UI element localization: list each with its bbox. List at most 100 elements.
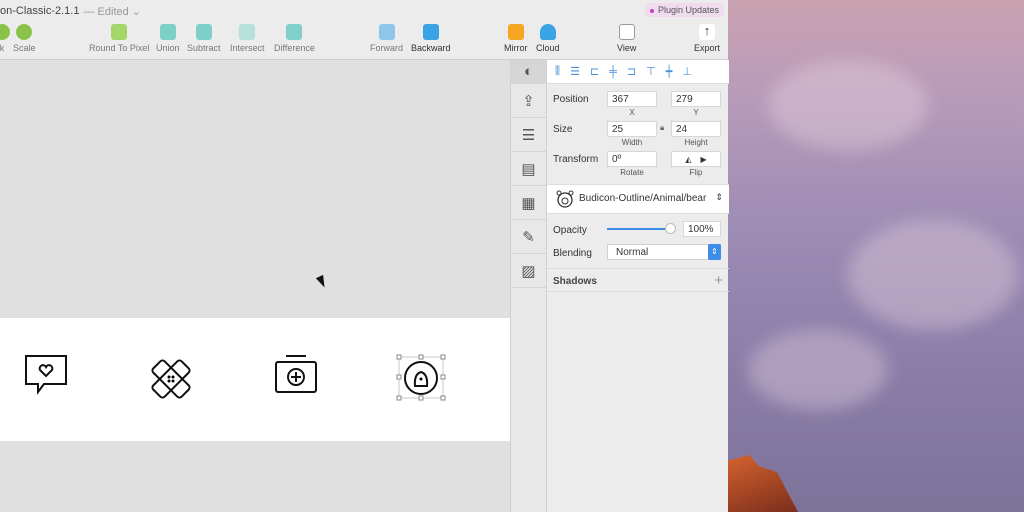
edit-path-tab-icon[interactable]: ✎ [511, 220, 546, 254]
toolbar-subtract[interactable]: Subtract [187, 24, 221, 53]
chevron-updown-icon: ⇕ [708, 244, 721, 260]
distribute-horizontal-icon[interactable]: ⫼ [555, 65, 560, 78]
label: Round To Pixel [89, 43, 150, 53]
flip-vertical-icon[interactable]: ▶ [700, 155, 706, 164]
plugin-updates-label: Plugin Updates [657, 5, 719, 15]
toolbar-mirror[interactable]: Mirror [504, 24, 528, 53]
symbol-selector[interactable]: Budicon-Outline/Animal/bear ⇕ [547, 184, 729, 214]
union-icon [159, 24, 176, 40]
bandage-icon[interactable] [148, 356, 194, 402]
bear-symbol-icon [556, 190, 574, 208]
toolbar-intersect[interactable]: Intersect [230, 24, 265, 53]
toolbar-scale[interactable]: Scale [13, 24, 36, 53]
toolbar-export[interactable]: ↑ Export [694, 24, 721, 54]
chat-heart-icon[interactable] [24, 354, 70, 396]
distribute-vertical-icon[interactable]: ☰ [570, 65, 580, 78]
label: k [0, 43, 5, 53]
canvas[interactable] [0, 60, 510, 512]
label: Forward [370, 43, 404, 53]
label: Scale [13, 43, 36, 53]
subtract-icon [195, 24, 212, 40]
align-right-icon[interactable]: ⊐ [627, 65, 636, 78]
layers-tab-icon[interactable]: ☰ [511, 118, 546, 152]
round-to-pixel-icon [111, 24, 128, 40]
shadows-section: Shadows + [547, 268, 729, 292]
lock-icon[interactable]: 🔒︎ [660, 123, 664, 133]
chevron-updown-icon: ⇕ [715, 192, 723, 202]
width-label: Width [621, 138, 643, 147]
title-bar: on-Classic-2.1.1 — Edited ⌄ Plugin Updat… [0, 0, 728, 22]
toolbar-union[interactable]: Union [156, 24, 180, 53]
desktop-wallpaper [728, 0, 1024, 512]
symbols-tab-icon[interactable]: ▦ [511, 186, 546, 220]
cloud-icon [539, 24, 556, 40]
mirror-icon [507, 24, 524, 40]
intersect-icon [239, 24, 256, 40]
export-tab-icon[interactable]: ⇪ [511, 84, 546, 118]
toolbar-backward[interactable]: Backward [411, 24, 451, 53]
toolbar-round-to-pixel[interactable]: Round To Pixel [89, 24, 149, 53]
label: Mirror [504, 43, 528, 53]
opacity-slider[interactable] [607, 228, 671, 230]
sketch-window: on-Classic-2.1.1 — Edited ⌄ Plugin Updat… [0, 0, 729, 512]
opacity-slider-knob[interactable] [665, 223, 676, 234]
toolbar-view[interactable]: View [617, 24, 636, 53]
add-image-tab-icon[interactable]: ▨ [511, 254, 546, 288]
label: Intersect [230, 43, 265, 53]
edited-menu[interactable]: — Edited ⌄ [83, 5, 141, 18]
bear-icon-selected[interactable] [396, 354, 446, 404]
blending-value: Normal [616, 247, 649, 258]
x-label: X [629, 108, 635, 117]
width-input[interactable]: 25 [607, 121, 657, 137]
symbol-name: Budicon-Outline/Animal/bear [579, 193, 707, 204]
flip-horizontal-icon[interactable]: ◭ [685, 155, 691, 164]
height-input[interactable]: 24 [671, 121, 721, 137]
rotate-label: Rotate [620, 168, 644, 177]
text-style-tab-icon[interactable]: ▤ [511, 152, 546, 186]
align-middle-icon[interactable]: ┿ [666, 65, 673, 78]
x-input[interactable]: 367 [607, 91, 657, 107]
align-top-icon[interactable]: ⊤ [646, 65, 656, 78]
label: Subtract [187, 43, 221, 53]
align-left-icon[interactable]: ⊏ [590, 65, 599, 78]
toolbar-difference[interactable]: Difference [274, 24, 315, 53]
sketch-icon[interactable]: ◐ [511, 60, 546, 84]
size-label: Size [553, 124, 573, 135]
plugin-updates-button[interactable]: Plugin Updates [644, 3, 724, 17]
label: Union [156, 43, 180, 53]
align-center-icon[interactable]: ╪ [609, 66, 617, 78]
blending-select[interactable]: Normal ⇕ [607, 244, 721, 260]
backward-icon [422, 24, 439, 40]
y-label: Y [693, 108, 699, 117]
opacity-input[interactable]: 100% [683, 221, 721, 237]
alignment-bar: ⫼ ☰ ⊏ ╪ ⊐ ⊤ ┿ ⊥ [547, 60, 729, 84]
label: Cloud [536, 43, 560, 53]
flip-buttons[interactable]: ◭ ▶ [671, 151, 721, 167]
artboard[interactable] [0, 318, 510, 441]
label: View [617, 43, 637, 53]
opacity-label: Opacity [553, 225, 587, 236]
add-shadow-plus-icon[interactable]: + [714, 272, 723, 289]
height-label: Height [684, 138, 708, 147]
align-bottom-icon[interactable]: ⊥ [682, 65, 692, 78]
difference-icon [286, 24, 303, 40]
document-title: on-Classic-2.1.1 [0, 5, 80, 17]
forward-icon [378, 24, 395, 40]
mouse-cursor [315, 274, 329, 290]
first-aid-kit-icon[interactable] [274, 354, 320, 396]
inspector: ◐ ⇪ ☰ ▤ ▦ ✎ ▨ ⫼ ☰ ⊏ ╪ ⊐ ⊤ ┿ ⊥ Position 367 279 … [510, 60, 729, 512]
rotate-input[interactable]: 0º [607, 151, 657, 167]
toolbar-forward[interactable]: Forward [370, 24, 403, 53]
toolbar: k Scale Round To Pixel Union Subtract In… [0, 22, 728, 60]
link-icon [0, 24, 10, 40]
label: Backward [411, 43, 451, 53]
toolbar-cloud[interactable]: Cloud [536, 24, 560, 53]
position-label: Position [553, 94, 589, 105]
toolbar-link[interactable]: k [0, 24, 10, 53]
inspector-tabs: ◐ ⇪ ☰ ▤ ▦ ✎ ▨ [511, 60, 547, 512]
label: Export [694, 43, 721, 53]
inspector-panel: ⫼ ☰ ⊏ ╪ ⊐ ⊤ ┿ ⊥ Position 367 279 X Y Size 25 🔒︎… [547, 60, 729, 512]
transform-label: Transform [553, 154, 599, 165]
y-input[interactable]: 279 [671, 91, 721, 107]
blending-label: Blending [553, 248, 592, 259]
